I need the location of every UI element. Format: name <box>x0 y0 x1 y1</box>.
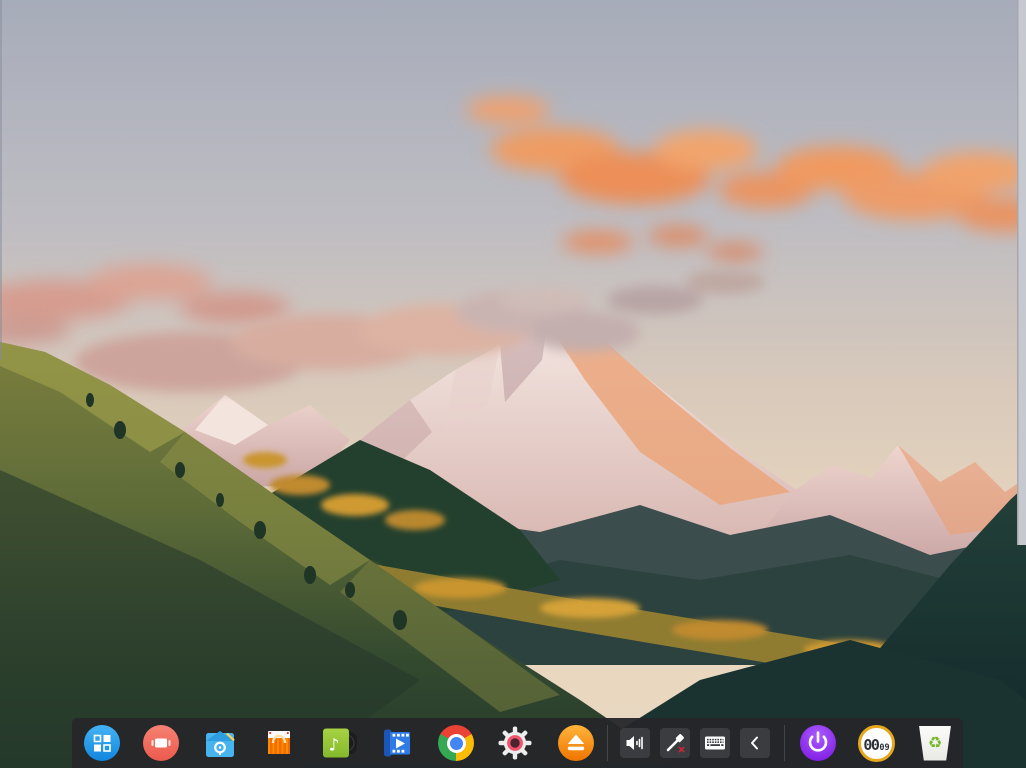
network-icon[interactable] <box>660 728 690 758</box>
recycle-icon: ♻ <box>928 735 942 751</box>
launcher-icon[interactable] <box>83 724 121 762</box>
dock: ♪ <box>72 718 963 768</box>
control-center-icon[interactable] <box>496 724 534 762</box>
chevron-left-icon[interactable] <box>740 728 770 758</box>
trash-can: ♻ <box>919 726 951 761</box>
svg-text:♪: ♪ <box>329 736 340 756</box>
app-store-icon[interactable] <box>260 724 298 762</box>
shutdown-button[interactable] <box>799 724 837 762</box>
dock-app-group: ♪ <box>83 724 534 762</box>
onboard-keyboard-icon[interactable] <box>700 728 730 758</box>
wallpaper-image <box>0 0 1026 768</box>
clock-hours: 00 <box>863 739 878 752</box>
system-tray <box>620 728 770 758</box>
desktop[interactable]: ♪ <box>0 0 1026 768</box>
trash[interactable]: ♻ <box>918 726 952 761</box>
file-manager-icon[interactable] <box>201 724 239 762</box>
disk-mount-icon[interactable] <box>557 724 595 762</box>
chrome-icon[interactable] <box>437 724 475 762</box>
clock[interactable]: 0009 <box>858 725 895 762</box>
multitasking-view-icon[interactable] <box>142 724 180 762</box>
dock-separator <box>784 725 785 761</box>
volume-icon[interactable] <box>620 728 650 758</box>
clock-minutes: 09 <box>879 744 889 752</box>
dock-separator <box>607 725 608 761</box>
clock-time: 0009 <box>863 739 889 752</box>
movie-icon[interactable] <box>378 724 416 762</box>
music-icon[interactable]: ♪ <box>319 724 357 762</box>
